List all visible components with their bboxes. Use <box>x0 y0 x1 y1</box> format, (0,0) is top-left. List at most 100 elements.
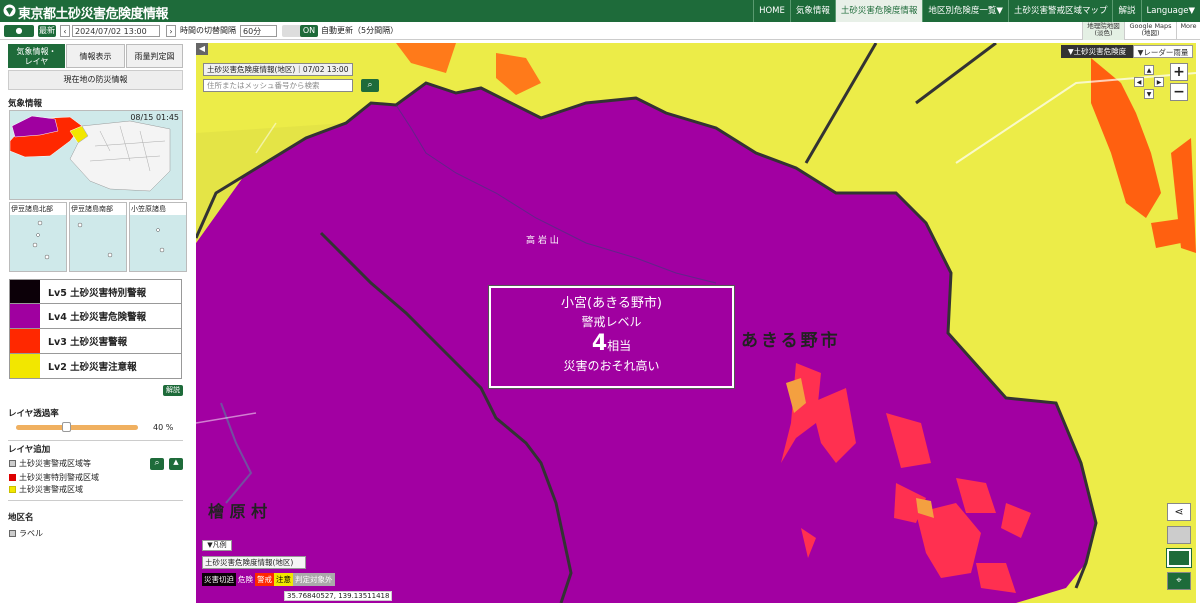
map-info-title: 土砂災害危険度情報(地区)｜07/02 13:00 <box>203 63 353 76</box>
next-icon[interactable]: › <box>166 25 176 37</box>
level-legend: Lv5 土砂災害特別警報 Lv4 土砂災害危険警報 Lv3 土砂災害警報 Lv2… <box>9 279 182 379</box>
nav-home[interactable]: HOME <box>753 0 790 22</box>
layer-main-label: 土砂災害警戒区域等 <box>19 459 91 468</box>
layer-checkbox[interactable] <box>9 460 16 467</box>
place-label-checkbox[interactable] <box>9 530 16 537</box>
special-zone-label: 土砂災害特別警戒区域 <box>19 473 99 482</box>
pan-up-icon[interactable]: ▲ <box>1144 65 1154 75</box>
tab-rain-chart[interactable]: 雨量判定図 <box>126 44 183 68</box>
legend-item-warning: 警戒 <box>255 573 274 586</box>
time-toolbar: ● 最新 ‹ 2024/07/02 13:00 › 時間の切替間隔 60分 ON… <box>0 22 1200 40</box>
play-button[interactable]: ● <box>4 25 34 37</box>
tab-info-display[interactable]: 情報表示 <box>66 44 125 68</box>
island-map-ogasawara[interactable]: 小笠原諸島 <box>129 202 187 272</box>
collapse-sidebar-icon[interactable]: ◀ <box>196 43 208 55</box>
nav-district-list[interactable]: 地区別危険度一覧▼ <box>922 0 1008 22</box>
warning-zone-swatch <box>9 486 16 493</box>
basemap-google[interactable]: Google Maps (地図) <box>1124 22 1176 40</box>
island-dots <box>156 228 165 253</box>
opacity-slider[interactable] <box>16 422 138 432</box>
explain-button[interactable]: 解説 <box>163 385 183 396</box>
nav-explanation[interactable]: 解説 <box>1112 0 1140 22</box>
nav-language[interactable]: Language▼ <box>1140 0 1200 22</box>
divider <box>8 500 183 501</box>
tokyo-weather-map <box>10 115 171 192</box>
zoom-in-button[interactable]: + <box>1170 63 1188 81</box>
map-search-input[interactable]: 住所またはメッシュ番号から検索 <box>203 79 353 92</box>
risk-map[interactable]: ◀ 土砂災害危険度情報(地区)｜07/02 13:00 住所またはメッシュ番号か… <box>196 43 1196 603</box>
auto-update-label: 自動更新（5分間隔） <box>321 26 399 35</box>
layer-search-icon[interactable]: ⌕ <box>150 458 164 470</box>
popup-place: 小宮(あきる野市) <box>561 296 662 311</box>
more-button[interactable]: More <box>1176 22 1200 40</box>
island-dots <box>32 220 50 260</box>
place-label-text: ラベル <box>19 529 43 538</box>
popup-level-label: 警戒レベル <box>581 315 642 329</box>
legend-item-imminent: 災害切迫 <box>202 573 236 586</box>
layer-add-heading: レイヤ追加 <box>8 445 51 455</box>
district-risk-popup[interactable]: 小宮(あきる野市) 警戒レベル 4相当 災害のおそれ高い <box>488 285 735 389</box>
current-location-icon[interactable]: ⌖ <box>1167 572 1191 590</box>
layer-collapse-icon[interactable]: ▲ <box>169 458 183 470</box>
place-label-akiruno: あきる野市 <box>741 331 841 351</box>
popup-level: 4相当 <box>591 331 632 356</box>
level-row-2: Lv2 土砂災害注意報 <box>9 354 182 379</box>
radar-select-button[interactable]: ▼レーダー雨量 <box>1133 45 1193 58</box>
tokyo-logo-icon <box>3 4 16 17</box>
legend-item-caution: 注意 <box>274 573 293 586</box>
opacity-slider-handle[interactable] <box>62 422 71 432</box>
special-zone-swatch <box>9 474 16 481</box>
pan-right-icon[interactable]: ▶ <box>1154 77 1164 87</box>
level-row-5: Lv5 土砂災害特別警報 <box>9 279 182 304</box>
split-view-icon[interactable] <box>1167 526 1191 544</box>
map-search-icon[interactable]: ⌕ <box>361 79 379 92</box>
weather-heading: 気象情報 <box>8 99 43 109</box>
level-swatch <box>10 304 40 328</box>
popup-desc: 災害のおそれ高い <box>563 359 660 373</box>
layer-select-button[interactable]: ▼土砂災害危険度 <box>1061 45 1133 58</box>
interval-label: 時間の切替間隔 <box>180 26 236 35</box>
latest-button[interactable]: 最新 <box>38 25 56 37</box>
basemap-gsi-pale[interactable]: 地理院地図 (淡色) <box>1082 22 1124 40</box>
level-row-4: Lv4 土砂災害危険警報 <box>9 304 182 329</box>
legend-item-na: 判定対象外 <box>293 573 335 586</box>
divider <box>8 440 183 441</box>
auto-update-toggle[interactable]: ON <box>282 25 318 37</box>
legend-item-danger: 危険 <box>236 573 255 586</box>
main-nav: HOME 気象情報 土砂災害危険度情報 地区別危険度一覧▼ 土砂災害警戒区域マッ… <box>753 0 1200 22</box>
island-map-izu-south[interactable]: 伊豆諸島南部 <box>69 202 127 272</box>
tab-weather-layer[interactable]: 気象情報・ レイヤ <box>8 44 65 68</box>
level-swatch <box>10 329 40 353</box>
legend-title: 土砂災害危険度情報(地区) <box>202 556 306 569</box>
basemap-switcher: 地理院地図 (淡色) Google Maps (地図) More <box>1082 22 1200 40</box>
sidebar: 気象情報・ レイヤ 情報表示 雨量判定図 現在地の防災情報 気象情報 08/15… <box>0 40 196 605</box>
level-swatch <box>10 280 40 303</box>
warning-zone-label: 土砂災害警戒区域 <box>19 485 83 494</box>
local-disaster-info-button[interactable]: 現在地の防災情報 <box>8 70 183 90</box>
nav-landslide-risk[interactable]: 土砂災害危険度情報 <box>834 0 923 22</box>
toggle-on-label: ON <box>300 25 318 37</box>
share-icon[interactable]: ⋖ <box>1167 503 1191 521</box>
level-row-3: Lv3 土砂災害警報 <box>9 329 182 354</box>
datetime-field[interactable]: 2024/07/02 13:00 <box>72 25 160 37</box>
opacity-value: 40 % <box>153 423 174 432</box>
zoom-out-button[interactable]: − <box>1170 83 1188 101</box>
place-label-hinohara: 檜 原 村 <box>208 502 268 521</box>
nav-warning-zone-map[interactable]: 土砂災害警戒区域マップ <box>1007 0 1113 22</box>
island-maps: 伊豆諸島北部 伊豆諸島南部 小笠原諸島 <box>9 202 187 272</box>
pan-left-icon[interactable]: ◀ <box>1134 77 1144 87</box>
interval-select[interactable]: 60分 <box>240 25 277 37</box>
legend-bar: 災害切迫 危険 警戒 注意 判定対象外 <box>202 573 335 586</box>
prev-icon[interactable]: ‹ <box>60 25 70 37</box>
island-dots <box>77 222 113 258</box>
coordinate-readout: 35.76840527, 139.13511418 <box>284 591 393 601</box>
island-map-izu-north[interactable]: 伊豆諸島北部 <box>9 202 67 272</box>
basemap-toggle-icon[interactable] <box>1166 548 1192 568</box>
nav-weather[interactable]: 気象情報 <box>789 0 835 22</box>
place-heading: 地区名 <box>8 513 34 523</box>
weather-minimap[interactable]: 08/15 01:45 <box>9 110 183 200</box>
pan-down-icon[interactable]: ▼ <box>1144 89 1154 99</box>
app-title: 東京都土砂災害危険度情報 <box>18 7 169 22</box>
app-header: 東京都土砂災害危険度情報 HOME 気象情報 土砂災害危険度情報 地区別危険度一… <box>0 0 1200 22</box>
legend-toggle[interactable]: ▼凡例 <box>202 540 232 551</box>
